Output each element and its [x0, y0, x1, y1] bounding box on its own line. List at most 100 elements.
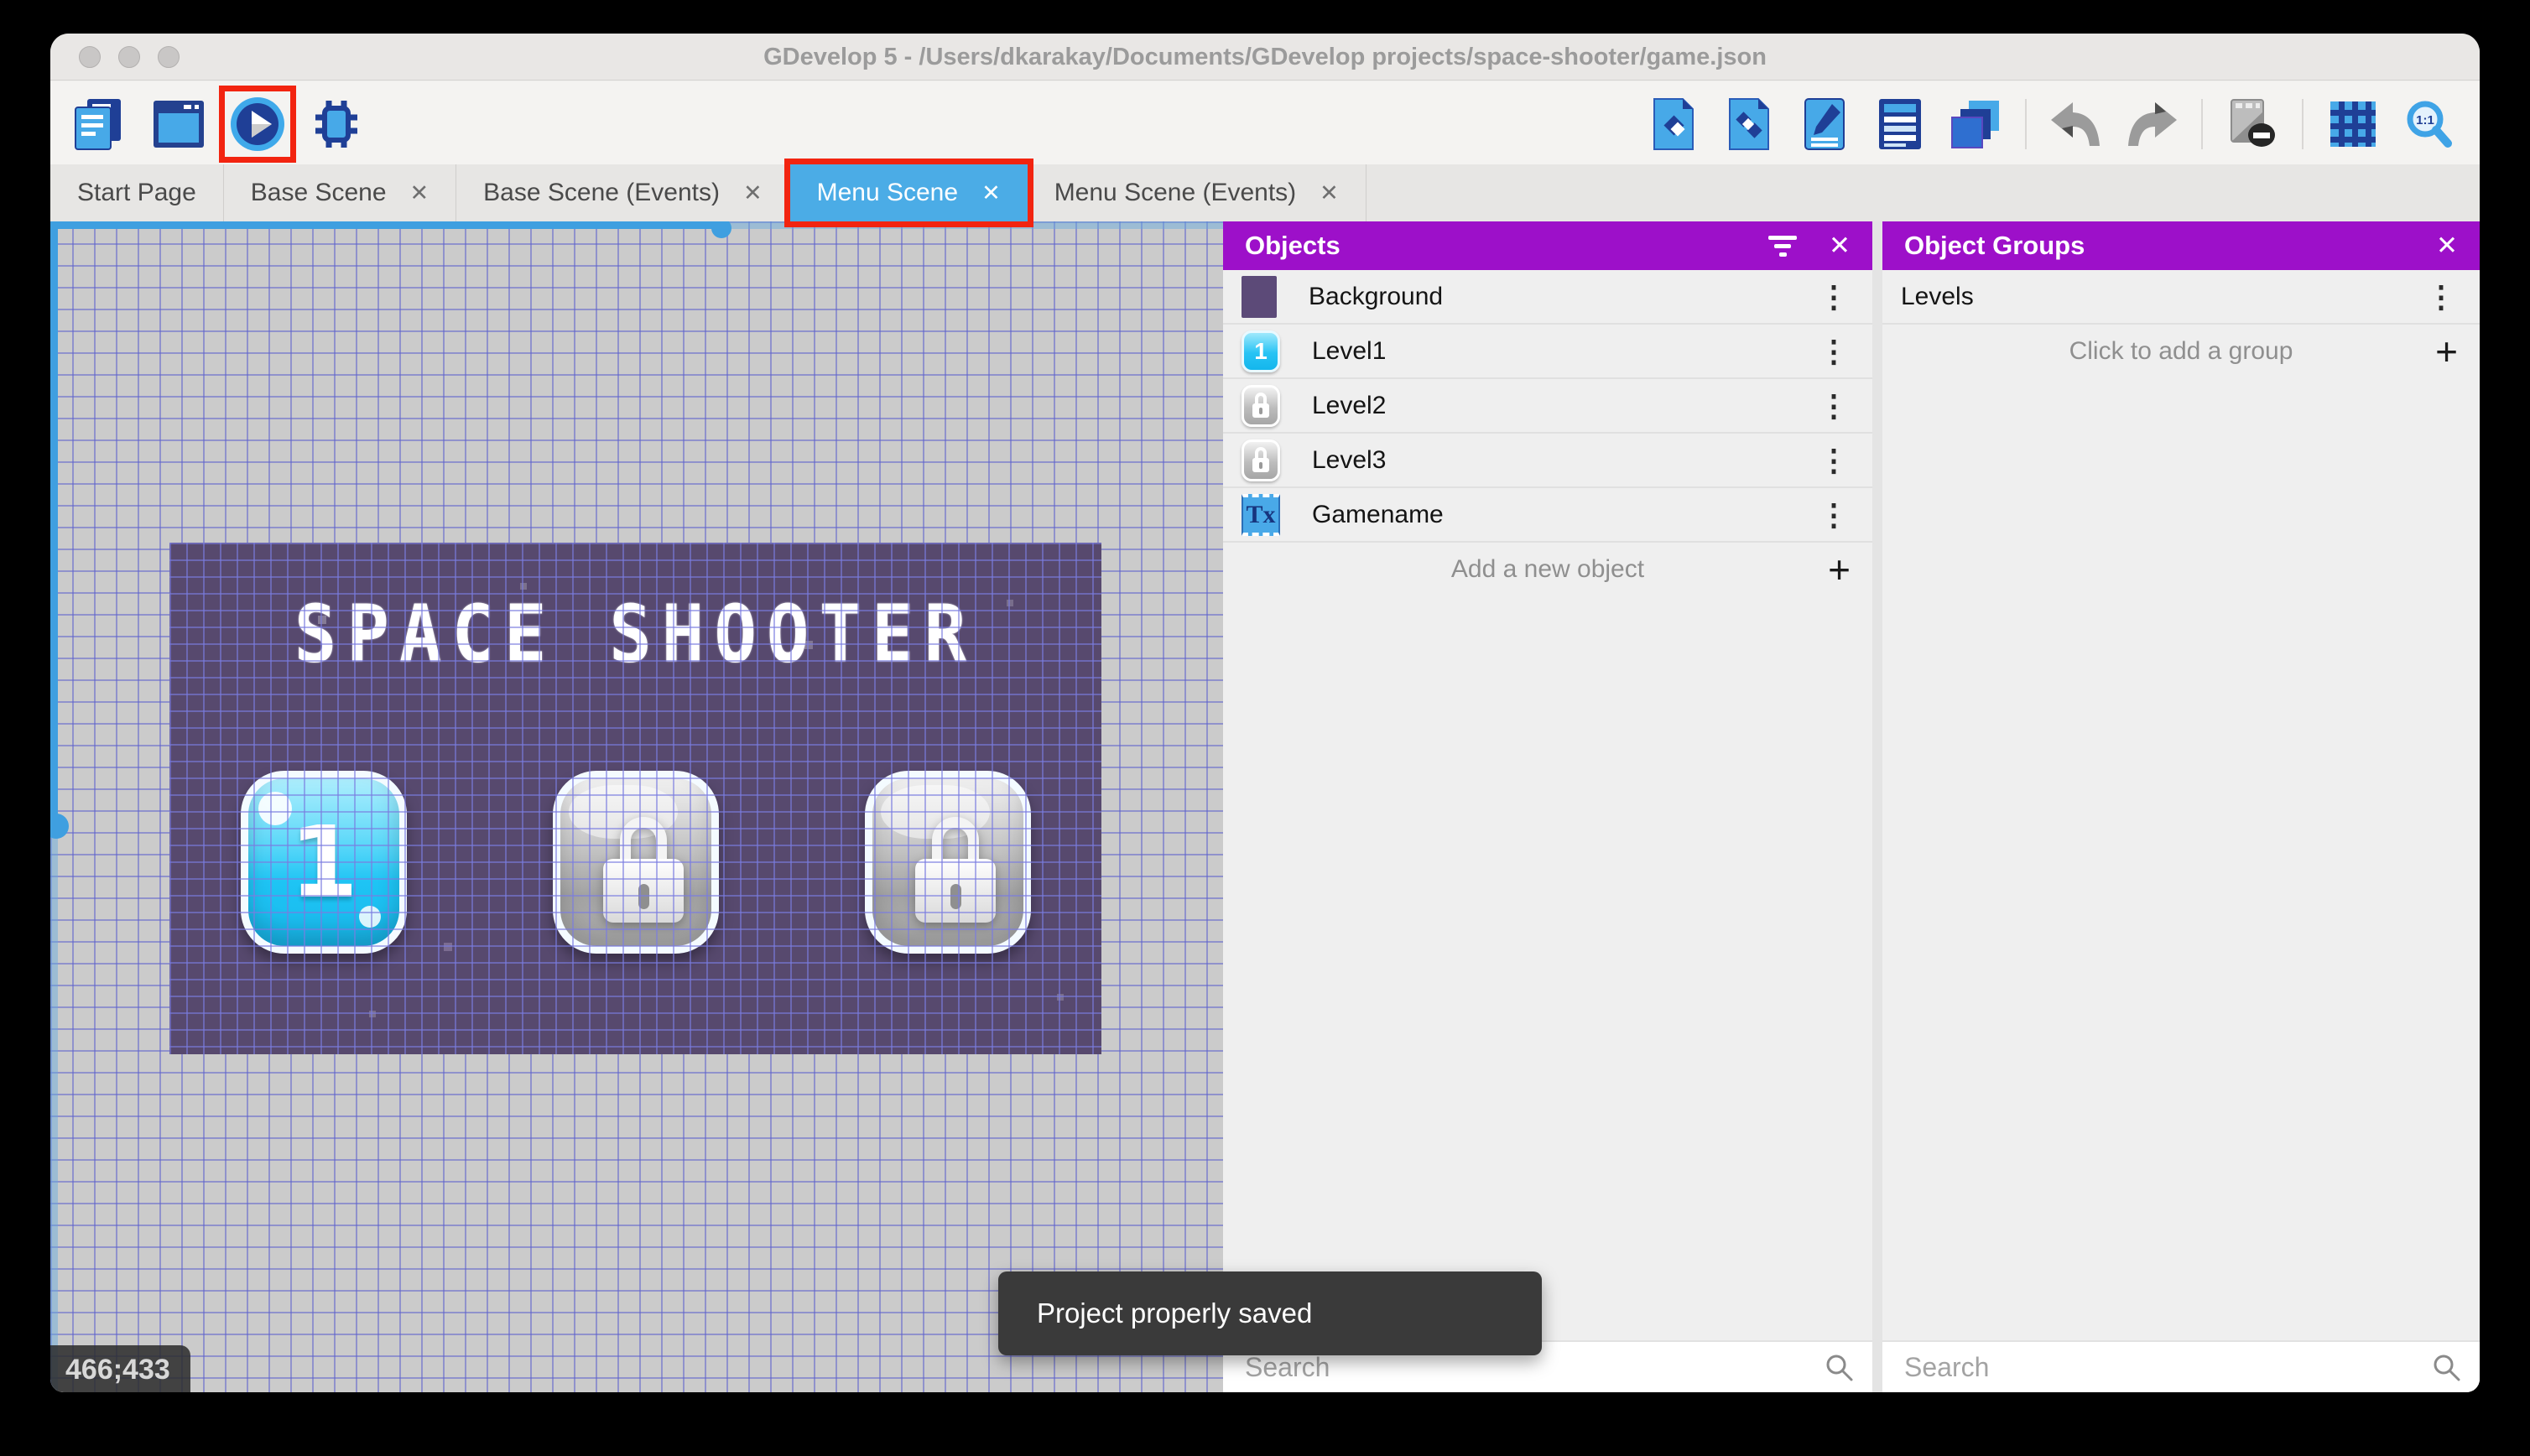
game-title-text-object[interactable]: SPACE SHOOTER — [169, 588, 1101, 680]
redo-icon — [2125, 101, 2179, 148]
level3-locked-button-object[interactable] — [865, 771, 1031, 954]
instances-list-icon — [1877, 97, 1923, 151]
objects-page-icon — [1651, 97, 1696, 151]
toolbar-separator — [2302, 99, 2304, 149]
tab-label: Menu Scene — [817, 179, 958, 207]
object-groups-panel-header: Object Groups ✕ — [1882, 221, 2480, 270]
background-object-instance[interactable]: SPACE SHOOTER 1 — [169, 543, 1101, 1054]
vertical-scrollbar-thumb[interactable] — [50, 814, 69, 839]
tab-label: Menu Scene (Events) — [1054, 179, 1296, 207]
kebab-menu-icon[interactable]: ⋮ — [1814, 443, 1854, 478]
close-tab-icon[interactable]: ✕ — [981, 180, 1001, 206]
lock-icon — [915, 817, 996, 923]
object-row-background[interactable]: Background ⋮ — [1223, 270, 1872, 325]
groups-search-input[interactable] — [1882, 1352, 2431, 1383]
object-groups-panel: Object Groups ✕ Levels ⋮ Click to add a … — [1882, 221, 2480, 1392]
undo-button[interactable] — [2043, 91, 2109, 157]
objects-search-input[interactable] — [1223, 1352, 1824, 1383]
gdevelop-window: GDevelop 5 - /Users/dkarakay/Documents/G… — [50, 34, 2480, 1392]
level1-button-object[interactable]: 1 — [241, 771, 407, 954]
thumb-label: Tx — [1246, 501, 1275, 529]
close-panel-icon[interactable]: ✕ — [2436, 231, 2458, 261]
layers-icon — [1950, 99, 2001, 149]
toolbar-separator — [2025, 99, 2027, 149]
window-icon — [152, 99, 206, 149]
lock-icon — [1252, 393, 1269, 418]
toast-message: Project properly saved — [1037, 1297, 1312, 1329]
close-window-button[interactable] — [79, 46, 101, 68]
horizontal-scrollbar-track[interactable] — [721, 221, 1223, 229]
open-layers-panel-button[interactable] — [1943, 91, 2008, 157]
kebab-menu-icon[interactable]: ⋮ — [1814, 388, 1854, 424]
close-tab-icon[interactable]: ✕ — [410, 180, 429, 206]
toolbar-separator — [2201, 99, 2203, 149]
cursor-coordinates: 466;433 — [50, 1345, 190, 1392]
zoom-window-button[interactable] — [158, 46, 180, 68]
open-objects-panel-button[interactable] — [1641, 91, 1706, 157]
project-manager-icon — [74, 97, 126, 151]
tab-menu-scene-events[interactable]: Menu Scene (Events) ✕ — [1028, 164, 1367, 221]
horizontal-scrollbar-thumb[interactable] — [711, 221, 731, 238]
horizontal-scrollbar[interactable] — [50, 221, 721, 229]
lock-icon — [1252, 447, 1269, 472]
object-row-level2[interactable]: Level2 ⋮ — [1223, 379, 1872, 434]
object-row-level1[interactable]: 1 Level1 ⋮ — [1223, 325, 1872, 379]
group-row-levels[interactable]: Levels ⋮ — [1882, 270, 2480, 325]
objects-panel-header: Objects ✕ — [1223, 221, 1872, 270]
level2-thumbnail — [1242, 385, 1280, 427]
object-name: Level2 — [1312, 392, 1814, 420]
search-icon — [2431, 1352, 2461, 1382]
level3-thumbnail — [1242, 439, 1280, 481]
tab-label: Base Scene — [251, 179, 387, 207]
add-group-button[interactable]: Click to add a group + — [1882, 325, 2480, 378]
object-row-level3[interactable]: Level3 ⋮ — [1223, 434, 1872, 488]
panel-resize-handle[interactable] — [1872, 221, 1882, 1392]
object-row-gamename[interactable]: Tx Gamename ⋮ — [1223, 488, 1872, 543]
open-object-groups-panel-button[interactable] — [1716, 91, 1782, 157]
redo-button[interactable] — [2119, 91, 2184, 157]
project-manager-button[interactable] — [67, 91, 133, 157]
lock-icon — [603, 817, 684, 923]
tab-base-scene[interactable]: Base Scene ✕ — [224, 164, 456, 221]
add-group-label: Click to add a group — [2069, 337, 2293, 366]
window-button[interactable] — [146, 91, 211, 157]
close-panel-icon[interactable]: ✕ — [1829, 231, 1851, 261]
tab-base-scene-events[interactable]: Base Scene (Events) ✕ — [456, 164, 789, 221]
tab-start-page[interactable]: Start Page — [50, 164, 224, 221]
debug-button[interactable] — [304, 91, 369, 157]
play-icon — [229, 96, 286, 153]
object-groups-panel-title: Object Groups — [1904, 231, 2404, 261]
level1-number: 1 — [248, 778, 399, 946]
open-instances-list-button[interactable] — [1867, 91, 1933, 157]
object-name: Level1 — [1312, 337, 1814, 366]
preview-button[interactable] — [225, 91, 290, 157]
window-mask-icon — [2228, 98, 2277, 150]
open-properties-panel-button[interactable] — [1792, 91, 1857, 157]
undo-icon — [2049, 101, 2103, 148]
thumb-label: 1 — [1254, 338, 1268, 365]
filter-icon[interactable] — [1768, 236, 1797, 257]
toggle-grid-button[interactable] — [2320, 91, 2386, 157]
kebab-menu-icon[interactable]: ⋮ — [2421, 279, 2461, 315]
close-tab-icon[interactable]: ✕ — [1320, 180, 1339, 206]
objects-panel-title: Objects — [1245, 231, 1736, 261]
tab-label: Start Page — [77, 179, 196, 207]
group-name: Levels — [1901, 283, 2421, 311]
zoom-options-button[interactable]: 1:1 — [2396, 91, 2461, 157]
vertical-scrollbar-track[interactable] — [50, 827, 58, 1392]
grid-icon — [2329, 100, 2377, 148]
close-tab-icon[interactable]: ✕ — [743, 180, 763, 206]
toggle-mask-button[interactable] — [2220, 91, 2285, 157]
kebab-menu-icon[interactable]: ⋮ — [1814, 334, 1854, 369]
tab-menu-scene[interactable]: Menu Scene ✕ — [790, 164, 1028, 221]
level2-locked-button-object[interactable] — [553, 771, 719, 954]
search-icon — [1824, 1352, 1854, 1382]
minimize-window-button[interactable] — [118, 46, 140, 68]
kebab-menu-icon[interactable]: ⋮ — [1814, 279, 1854, 315]
vertical-scrollbar[interactable] — [50, 221, 58, 827]
object-groups-page-icon — [1726, 97, 1772, 151]
toolbar: 1:1 — [50, 81, 2480, 164]
kebab-menu-icon[interactable]: ⋮ — [1814, 497, 1854, 533]
add-new-object-button[interactable]: Add a new object + — [1223, 543, 1872, 596]
scene-editor-canvas[interactable]: SPACE SHOOTER 1 — [50, 221, 1223, 1392]
